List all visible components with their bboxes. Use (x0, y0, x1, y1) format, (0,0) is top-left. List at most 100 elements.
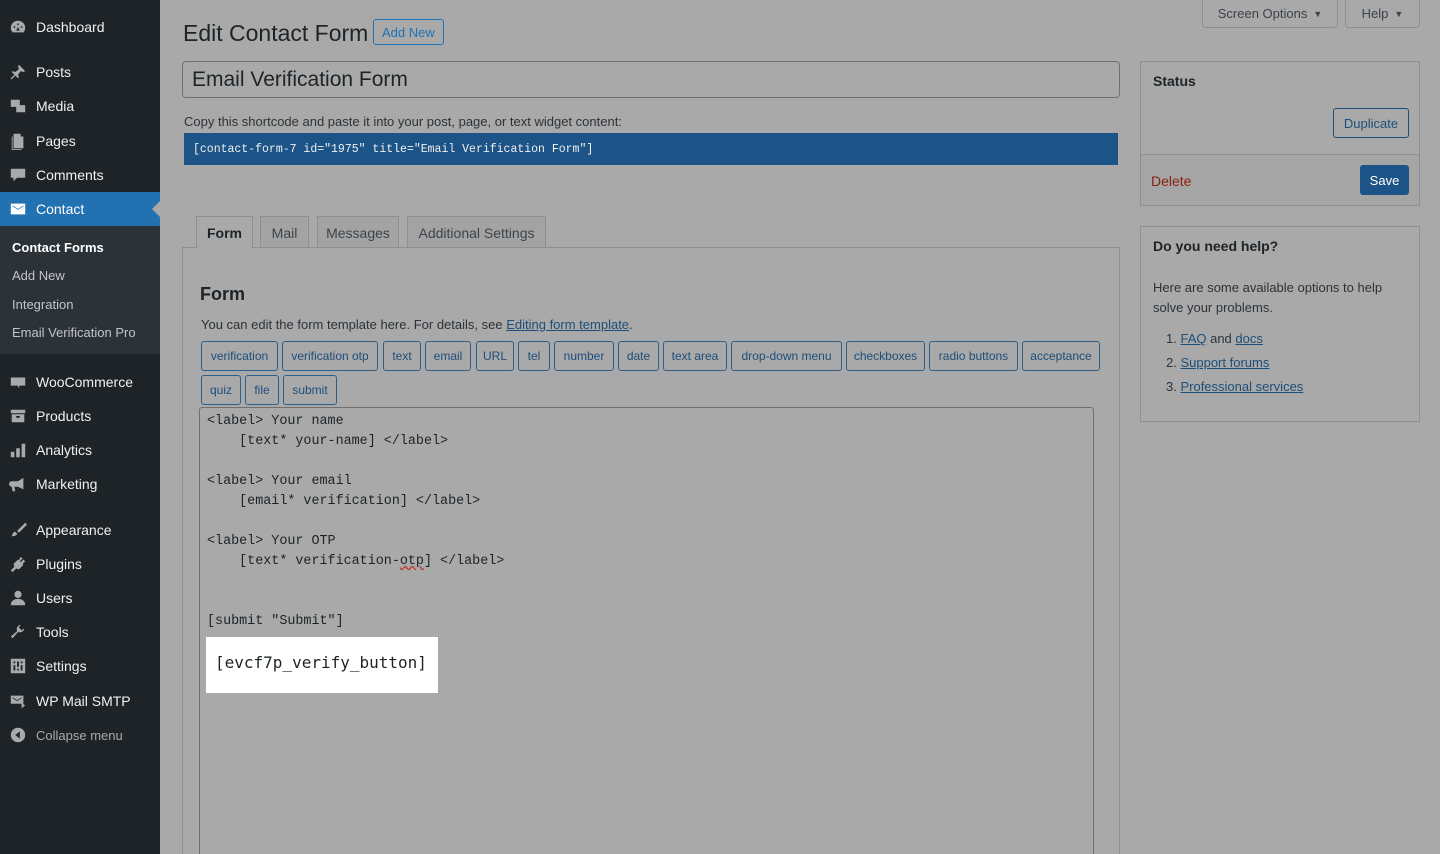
menu-users[interactable]: Users (0, 581, 160, 615)
professional-services-link[interactable]: Professional services (1180, 379, 1303, 394)
form-template-editor[interactable]: <label> Your name [text* your-name] </la… (199, 407, 1094, 854)
submenu-contact-forms[interactable]: Contact Forms (12, 240, 104, 255)
menu-analytics[interactable]: Analytics (0, 433, 160, 467)
tag-email-button[interactable]: email (425, 341, 471, 371)
tag-file-button[interactable]: file (245, 375, 279, 405)
tag-quiz-button[interactable]: quiz (201, 375, 241, 405)
form-title-input[interactable]: Email Verification Form (182, 61, 1120, 98)
media-icon (0, 97, 36, 115)
menu-label: Settings (36, 658, 87, 674)
and-text: and (1206, 331, 1236, 346)
shortcode-label: Copy this shortcode and paste it into yo… (184, 114, 622, 129)
help-label: Help (1361, 6, 1389, 21)
menu-woocommerce[interactable]: WooCommerce (0, 365, 160, 399)
tab-form[interactable]: Form (196, 216, 253, 249)
collapse-label: Collapse menu (36, 727, 123, 743)
submenu-add-new[interactable]: Add New (12, 268, 65, 283)
help-description: Here are some available options to help … (1153, 280, 1383, 315)
tag-submit-button[interactable]: submit (283, 375, 337, 405)
save-button[interactable]: Save (1360, 165, 1409, 195)
editor-line: [text* verification- (207, 554, 400, 569)
dashboard-icon (0, 18, 36, 36)
tag-number-button[interactable]: number (554, 341, 614, 371)
editor-line: [text* your-name] </label> (207, 434, 449, 449)
menu-dashboard[interactable]: Dashboard (0, 10, 160, 44)
help-list-item: 3. Professional services (1166, 379, 1304, 394)
wrench-icon (0, 623, 36, 641)
add-new-button[interactable]: Add New (373, 19, 444, 45)
menu-label: Users (36, 590, 73, 606)
menu-wp-mail-smtp[interactable]: WP Mail SMTP (0, 684, 160, 718)
tab-additional-settings[interactable]: Additional Settings (407, 216, 546, 248)
menu-label: Tools (36, 624, 69, 640)
menu-label: Marketing (36, 476, 98, 492)
submenu-integration[interactable]: Integration (12, 297, 73, 312)
menu-posts[interactable]: Posts (0, 55, 160, 89)
menu-tools[interactable]: Tools (0, 615, 160, 649)
editor-content: <label> Your name [text* your-name] </la… (207, 412, 504, 632)
tag-acceptance-button[interactable]: acceptance (1022, 341, 1100, 371)
delete-link[interactable]: Delete (1151, 173, 1191, 189)
editor-line: <label> Your OTP (207, 534, 336, 549)
spellcheck-word: otp (399, 554, 424, 569)
tab-mail[interactable]: Mail (260, 216, 309, 248)
tag-url-button[interactable]: URL (476, 341, 514, 371)
tag-tel-button[interactable]: tel (518, 341, 550, 371)
submenu-email-verification-pro[interactable]: Email Verification Pro (12, 325, 136, 340)
support-forums-link[interactable]: Support forums (1180, 355, 1269, 370)
menu-media[interactable]: Media (0, 89, 160, 123)
tag-date-button[interactable]: date (618, 341, 659, 371)
screen-options-button[interactable]: Screen Options ▼ (1202, 0, 1338, 28)
menu-label: Media (36, 98, 75, 114)
tag-text-button[interactable]: text (383, 341, 421, 371)
megaphone-icon (0, 475, 36, 493)
tag-verification-otp-button[interactable]: verification otp (282, 341, 378, 371)
tab-messages[interactable]: Messages (317, 216, 399, 248)
docs-link[interactable]: docs (1235, 331, 1262, 346)
editing-form-template-link[interactable]: Editing form template (506, 317, 629, 332)
verify-button-shortcode-highlight: [evcf7p_verify_button] (206, 637, 438, 693)
woo-icon (0, 373, 36, 391)
shortcode-field[interactable]: [contact-form-7 id="1975" title="Email V… (184, 133, 1118, 165)
mail-smtp-icon (0, 692, 36, 710)
help-list-item: 1. FAQ and docs (1166, 331, 1263, 346)
menu-marketing[interactable]: Marketing (0, 467, 160, 501)
menu-label: Products (36, 408, 92, 424)
status-title: Status (1153, 73, 1196, 89)
editor-line: [email* verification] </label> (207, 494, 481, 509)
menu-contact[interactable]: Contact (0, 192, 160, 226)
tag-checkboxes-button[interactable]: checkboxes (846, 341, 925, 371)
caret-down-icon: ▼ (1394, 8, 1404, 19)
menu-settings[interactable]: Settings (0, 649, 160, 683)
menu-pages[interactable]: Pages (0, 124, 160, 158)
menu-label: Analytics (36, 442, 93, 458)
desc-suffix: . (629, 317, 633, 332)
archive-icon (0, 407, 36, 425)
help-button[interactable]: Help ▼ (1345, 0, 1420, 28)
faq-link[interactable]: FAQ (1180, 331, 1206, 346)
brush-icon (0, 521, 36, 539)
help-list-item: 2. Support forums (1166, 355, 1270, 370)
tag-radio-buttons-button[interactable]: radio buttons (929, 341, 1018, 371)
comment-icon (0, 166, 36, 184)
editor-line: [submit "Submit"] (207, 614, 344, 629)
menu-plugins[interactable]: Plugins (0, 547, 160, 581)
menu-label: Dashboard (36, 19, 105, 35)
tag-verification-button[interactable]: verification (201, 341, 278, 371)
menu-appearance[interactable]: Appearance (0, 513, 160, 547)
editor-line: ] </label> (423, 554, 505, 569)
menu-label: WooCommerce (36, 374, 133, 390)
menu-comments[interactable]: Comments (0, 158, 160, 192)
form-description: You can edit the form template here. For… (201, 317, 633, 332)
collapse-menu-button[interactable]: Collapse menu (0, 718, 160, 752)
menu-label: Appearance (36, 522, 112, 538)
form-heading: Form (200, 284, 245, 304)
editor-line: <label> Your email (207, 474, 352, 489)
menu-label: Pages (36, 133, 76, 149)
duplicate-button[interactable]: Duplicate (1333, 108, 1409, 138)
menu-products[interactable]: Products (0, 399, 160, 433)
admin-sidebar: Dashboard Posts Media Pages Comments Con… (0, 0, 160, 854)
tag-drop-down-menu-button[interactable]: drop-down menu (731, 341, 842, 371)
tag-text-area-button[interactable]: text area (663, 341, 727, 371)
menu-label: WP Mail SMTP (36, 693, 131, 709)
